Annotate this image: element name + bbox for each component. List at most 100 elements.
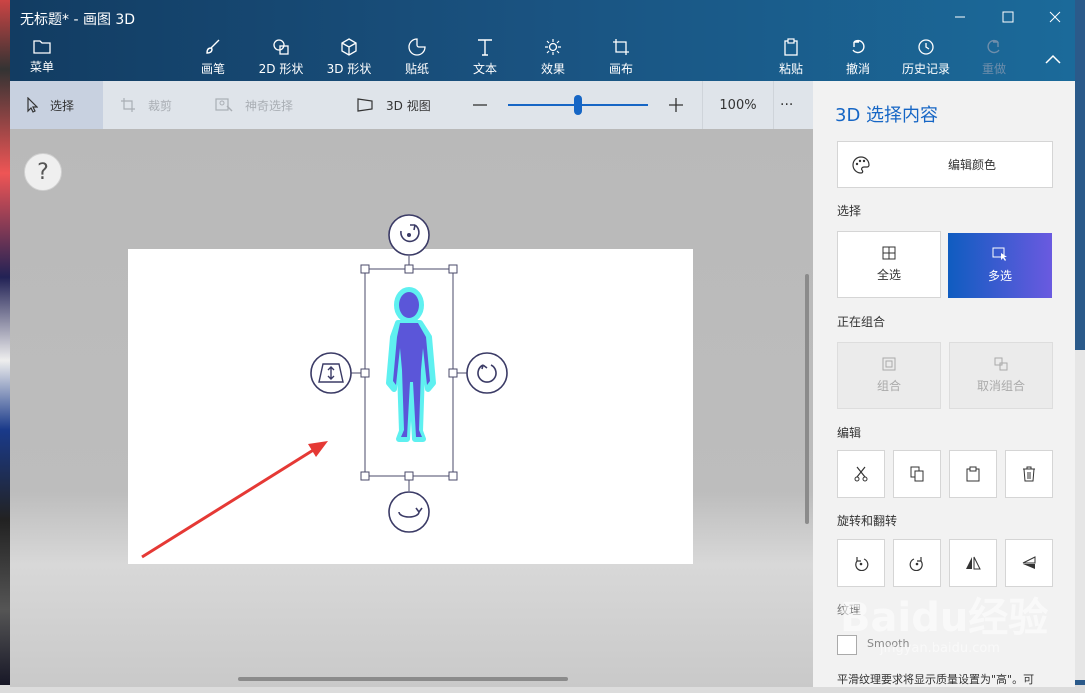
delete-icon — [1023, 466, 1035, 482]
select-toolbar: 选择 裁剪 神奇选择 3D 视图 100% ··· — [10, 81, 813, 129]
select-all-button[interactable]: 全选 — [837, 231, 941, 298]
palette-icon — [852, 155, 870, 174]
desktop-background-right — [1075, 350, 1085, 680]
crop-icon — [121, 98, 135, 112]
zoom-slider-track — [508, 95, 648, 115]
rotate-x-handle[interactable] — [388, 491, 430, 533]
multi-select-icon — [992, 247, 1007, 261]
crop-label: 裁剪 — [148, 98, 173, 113]
paste-icon — [784, 38, 798, 56]
history-button[interactable]: 历史记录 — [891, 38, 961, 77]
stickers-button[interactable]: 贴纸 — [382, 38, 452, 77]
watermark-sub: jingyan.baidu.com — [880, 641, 1000, 656]
titlebar: 无标题* - 画图 3D 菜单 画笔 2D 形状 3D 形状 贴纸 文本 效果 … — [10, 0, 1075, 81]
ungroup-button[interactable]: 取消组合 — [949, 342, 1053, 409]
flip-horizontal-icon — [966, 556, 981, 570]
zoom-in-button[interactable] — [668, 81, 684, 129]
workspace: ? — [10, 129, 813, 687]
brushes-label: 画笔 — [200, 62, 225, 76]
zoom-percentage[interactable]: 100% — [702, 81, 774, 129]
shapes-2d-button[interactable]: 2D 形状 — [246, 38, 316, 77]
effects-icon — [545, 39, 561, 55]
copy-button[interactable] — [893, 450, 941, 498]
canvas-icon — [613, 39, 629, 55]
brush-icon — [206, 39, 220, 54]
horizontal-scrollbar[interactable] — [238, 677, 568, 681]
rotate-z-handle[interactable] — [388, 214, 430, 256]
collapse-ribbon-button[interactable] — [1033, 46, 1073, 72]
rotate-left-button[interactable] — [837, 539, 885, 587]
select-tool-button[interactable]: 选择 — [10, 81, 103, 129]
rotate-left-icon — [855, 557, 869, 571]
undo-button[interactable]: 撤消 — [823, 38, 893, 77]
grouping-heading: 正在组合 — [837, 315, 886, 329]
rotate-heading: 旋转和翻转 — [837, 514, 898, 528]
text-icon — [478, 39, 492, 56]
select-heading: 选择 — [837, 204, 862, 218]
text-button[interactable]: 文本 — [450, 38, 520, 77]
text-label: 文本 — [472, 62, 497, 76]
ungroup-icon — [994, 357, 1008, 371]
group-button[interactable]: 组合 — [837, 342, 941, 409]
edit-color-button[interactable]: 编辑颜色 — [837, 141, 1053, 188]
cube-icon — [341, 38, 357, 56]
history-label: 历史记录 — [901, 62, 950, 76]
sticker-icon — [408, 38, 426, 56]
crop-button[interactable]: 裁剪 — [120, 81, 172, 129]
flip-horizontal-button[interactable] — [949, 539, 997, 587]
depth-push-handle[interactable] — [310, 352, 352, 394]
ungroup-label: 取消组合 — [976, 379, 1025, 393]
zoom-out-button[interactable] — [472, 81, 488, 129]
canvas-button[interactable]: 画布 — [586, 38, 656, 77]
group-label: 组合 — [876, 379, 901, 393]
copy-icon — [910, 466, 924, 482]
vertical-scrollbar[interactable] — [805, 274, 809, 524]
menu-button[interactable]: 菜单 — [10, 38, 77, 75]
desktop-background-left — [0, 0, 10, 693]
window-title: 无标题* - 画图 3D — [20, 12, 136, 28]
maximize-button[interactable] — [988, 4, 1028, 30]
select-all-icon — [882, 246, 896, 260]
redo-button[interactable]: 重做 — [959, 38, 1029, 77]
selection-overlay — [141, 214, 508, 559]
view-3d-label: 3D 视图 — [386, 98, 431, 113]
rotate-y-handle[interactable] — [466, 352, 508, 394]
cut-button[interactable] — [837, 450, 885, 498]
rotate-right-icon — [909, 557, 923, 571]
minimize-button[interactable] — [940, 4, 980, 30]
rotate-right-button[interactable] — [893, 539, 941, 587]
effects-label: 效果 — [540, 62, 565, 76]
paste-panel-button[interactable] — [949, 450, 997, 498]
baidu-watermark: Baidu经验 jingyan.baidu.com — [840, 585, 1060, 665]
more-options-button[interactable]: ··· — [780, 81, 793, 129]
paint3d-window: 无标题* - 画图 3D 菜单 画笔 2D 形状 3D 形状 贴纸 文本 效果 … — [10, 0, 1075, 687]
multi-select-button[interactable]: 多选 — [948, 233, 1052, 298]
effects-button[interactable]: 效果 — [518, 38, 588, 77]
3d-figure-model[interactable] — [386, 287, 436, 442]
annotation-arrow — [141, 441, 328, 559]
multi-select-label: 多选 — [987, 269, 1012, 283]
paste-button[interactable]: 粘贴 — [756, 38, 826, 77]
magic-select-button[interactable]: 神奇选择 — [215, 81, 293, 129]
watermark-main: Baidu经验 — [840, 595, 1049, 641]
undo-label: 撤消 — [845, 62, 870, 76]
cut-icon — [854, 466, 868, 482]
view-3d-icon — [357, 98, 373, 112]
edit-heading: 编辑 — [837, 426, 862, 440]
shapes-3d-button[interactable]: 3D 形状 — [314, 38, 384, 77]
zoom-value: 100% — [719, 97, 757, 113]
magic-select-label: 神奇选择 — [245, 98, 294, 113]
delete-button[interactable] — [1005, 450, 1053, 498]
flip-vertical-button[interactable] — [1005, 539, 1053, 587]
magic-select-icon — [215, 98, 233, 112]
texture-description: 平滑纹理要求将显示质量设置为"高"。可 — [837, 673, 1035, 686]
stickers-label: 贴纸 — [404, 62, 429, 76]
edit-color-label: 编辑颜色 — [948, 158, 997, 172]
zoom-slider-thumb[interactable] — [574, 95, 582, 115]
brushes-button[interactable]: 画笔 — [178, 38, 248, 77]
view-3d-button[interactable]: 3D 视图 — [356, 81, 431, 129]
close-button[interactable] — [1035, 4, 1075, 30]
canvas-label: 画布 — [608, 62, 633, 76]
paste-icon — [966, 466, 980, 482]
zoom-slider[interactable] — [508, 81, 648, 129]
